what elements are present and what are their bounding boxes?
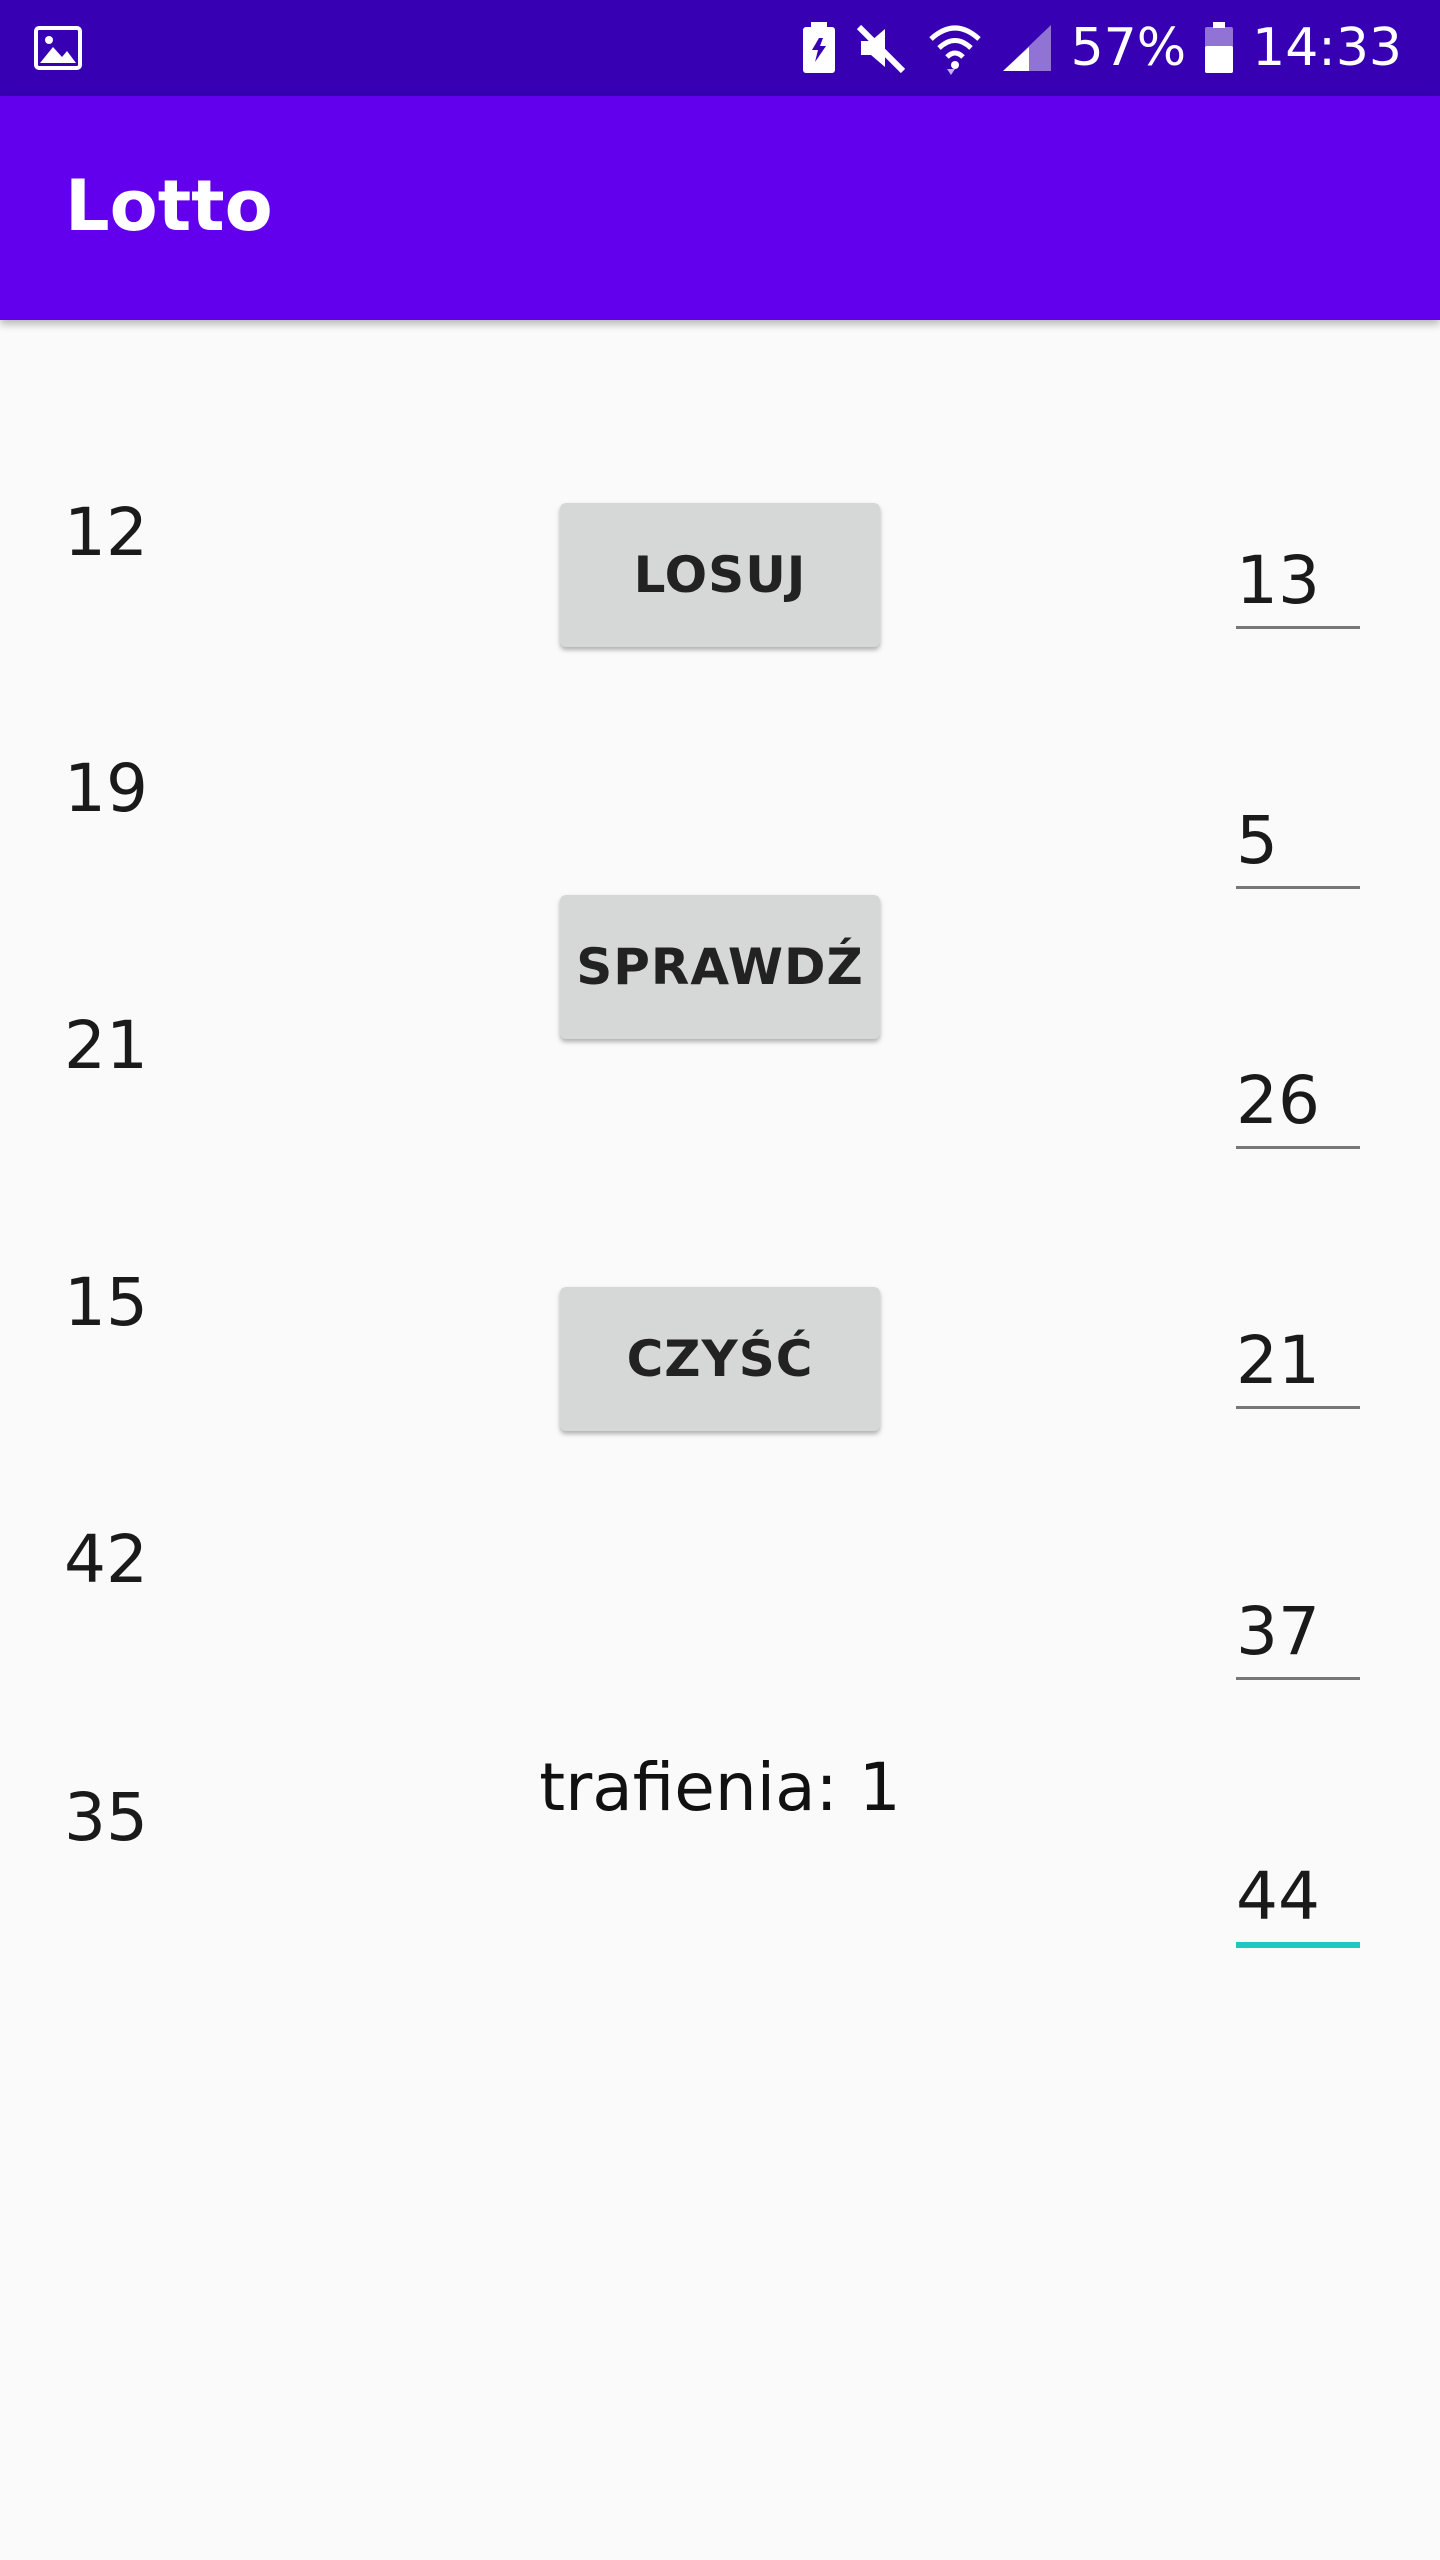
battery-icon [1205,22,1234,73]
user-number-field-2[interactable]: 5 [1236,806,1360,889]
status-bar: 57% 14:33 [0,0,1440,96]
signal-icon [1002,25,1051,71]
app-bar: Lotto [0,96,1440,320]
user-number-value-5: 37 [1236,1593,1320,1670]
wifi-icon [928,25,981,75]
user-number-field-1[interactable]: 13 [1236,546,1360,629]
drawn-number-4: 15 [64,1264,148,1341]
hits-result: trafienia: 1 [539,1749,901,1826]
draw-button[interactable]: LOSUJ [560,503,880,647]
drawn-number-5: 42 [64,1521,148,1598]
user-number-value-4: 21 [1236,1322,1320,1399]
battery-percent: 57% [1070,18,1187,78]
check-button[interactable]: SPRAWDŹ [560,895,880,1039]
user-number-field-6[interactable]: 44 [1236,1862,1360,1948]
user-number-field-5[interactable]: 37 [1236,1597,1360,1680]
user-number-field-4[interactable]: 21 [1236,1326,1360,1409]
app-title: Lotto [65,165,273,247]
user-number-value-6: 44 [1236,1858,1320,1935]
clear-button[interactable]: CZYŚĆ [560,1287,880,1431]
status-icons: 57% 14:33 [801,0,1402,96]
drawn-number-3: 21 [64,1007,148,1084]
clock: 14:33 [1252,18,1402,78]
drawn-number-2: 19 [64,750,148,827]
drawn-number-6: 35 [64,1779,148,1856]
battery-saver-icon [802,22,835,73]
mute-icon [856,24,905,74]
user-number-value-2: 5 [1236,802,1278,879]
gallery-icon [34,26,82,70]
user-number-field-3[interactable]: 26 [1236,1066,1360,1149]
user-number-value-3: 26 [1236,1062,1320,1139]
user-number-value-1: 13 [1236,542,1320,619]
drawn-number-1: 12 [64,494,148,571]
